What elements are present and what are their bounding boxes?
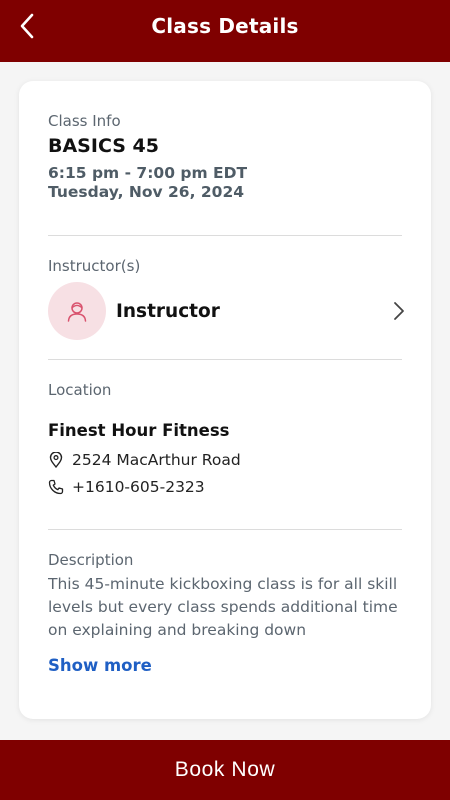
divider xyxy=(48,529,402,530)
instructor-row[interactable]: Instructor xyxy=(48,282,409,340)
instructor-section-label-wrap: Instructor(s) xyxy=(48,257,402,275)
location-address: 2524 MacArthur Road xyxy=(72,451,241,469)
instructor-name: Instructor xyxy=(116,300,220,322)
chevron-left-icon xyxy=(20,13,34,39)
avatar xyxy=(48,282,106,340)
show-more-link[interactable]: Show more xyxy=(48,656,402,675)
description-section: Description This 45-minute kickboxing cl… xyxy=(48,551,402,675)
class-date: Tuesday, Nov 26, 2024 xyxy=(48,183,245,201)
class-time: 6:15 pm - 7:00 pm EDT xyxy=(48,164,248,182)
divider xyxy=(48,235,402,236)
class-details-card: Class Info BASICS 45 6:15 pm - 7:00 pm E… xyxy=(19,81,431,719)
map-pin-icon xyxy=(48,452,64,468)
top-app-bar: Class Details xyxy=(0,0,450,62)
location-section: Location Finest Hour Fitness 2524 MacArt… xyxy=(48,381,402,496)
location-phone: +1610-605-2323 xyxy=(72,478,205,496)
phone-icon xyxy=(48,479,64,495)
class-info-section: Class Info BASICS 45 6:15 pm - 7:00 pm E… xyxy=(48,112,402,201)
description-text: This 45-minute kickboxing class is for a… xyxy=(48,575,398,639)
description-label: Description xyxy=(48,551,134,569)
back-button[interactable] xyxy=(10,9,44,43)
location-name: Finest Hour Fitness xyxy=(48,421,230,440)
divider xyxy=(48,359,402,360)
chevron-right-icon xyxy=(389,301,409,321)
address-row[interactable]: 2524 MacArthur Road xyxy=(48,451,402,469)
class-name: BASICS 45 xyxy=(48,135,159,157)
page-title: Class Details xyxy=(151,14,299,38)
person-icon xyxy=(67,302,87,322)
instructor-label: Instructor(s) xyxy=(48,257,141,275)
class-info-label: Class Info xyxy=(48,112,121,130)
phone-row[interactable]: +1610-605-2323 xyxy=(48,478,402,496)
book-now-button[interactable]: Book Now xyxy=(0,740,450,800)
location-label: Location xyxy=(48,381,112,399)
